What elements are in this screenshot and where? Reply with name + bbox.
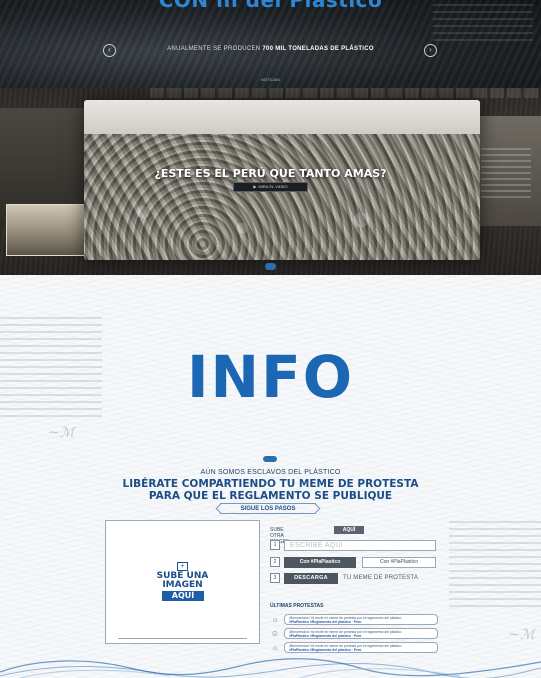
step2-number: 2 [270, 557, 280, 567]
protest-item[interactable]: ☺ ¡Bienvenidos! Ya envié mi meme de prot… [270, 628, 438, 640]
info-section: ~ℳ ~ℳ INFO AÚN SOMOS ESCLAVOS DEL PLÁSTI… [0, 275, 541, 678]
info-subtitle-line2: PARA QUE EL REGLAMENTO SE PUBLIQUE [148, 490, 393, 502]
hashtag-option-1[interactable]: Con #PlaPlastico [284, 557, 356, 568]
stat-carousel: ‹ ANUALMENTE SE PRODUCEN 700 MIL TONELAD… [0, 44, 541, 58]
meme-text-input[interactable]: ESCRIBE AQUÍ [284, 540, 436, 551]
protest-item[interactable]: ☼ ¡Bienvenidos! Ya envié mi meme de prot… [270, 614, 438, 626]
video-question: ¿ESTE ES EL PERÚ QUE TANTO AMAS? [154, 167, 387, 180]
hero-side-text [433, 4, 533, 44]
video-hero: ¿ESTE ES EL PERÚ QUE TANTO AMAS? ▶ MIRA E… [0, 88, 541, 275]
stat-prefix: ANUALMENTE SE PRODUCEN [167, 46, 263, 52]
info-title: INFO [186, 343, 355, 411]
news-label: NOTICIAS [261, 77, 280, 82]
landfill-image [84, 100, 480, 260]
right-note [449, 521, 541, 611]
play-video-button[interactable]: ▶ MIRA EL VIDEO [233, 182, 308, 192]
protest-tag: #PlaPlastico #Reglamento del plástico · … [289, 634, 362, 638]
hero-banner: CON in del Plástico ‹ ANUALMENTE SE PROD… [0, 0, 541, 88]
wave-decoration [0, 658, 541, 678]
play-label: MIRA EL VIDEO [258, 184, 288, 189]
right-signature: ~ℳ [508, 627, 535, 643]
protest-tag: #PlaPlastico #Reglamento del plástico · … [289, 620, 362, 624]
info-subtitle-line1: LIBÉRATE COMPARTIENDO TU MEME DE PROTEST… [122, 478, 419, 490]
download-button[interactable]: DESCARGA [284, 573, 338, 584]
scroll-down-dot[interactable] [265, 263, 276, 270]
latest-protests-title: ÚLTIMAS PROTESTAS [270, 603, 324, 609]
stat-bold: 700 MIL TONELADAS DE PLÁSTICO [262, 46, 374, 52]
protest-tag: #PlaPlastico #Reglamento del plástico · … [289, 648, 362, 652]
info-subtitle-small: AÚN SOMOS ESCLAVOS DEL PLÁSTICO [200, 469, 341, 476]
left-signature: ~ℳ [48, 425, 75, 441]
plus-icon: + [177, 562, 188, 571]
steps-label: SIGUE LOS PASOS [220, 503, 316, 514]
protest-card: ¡Bienvenidos! Ya envié mi meme de protes… [284, 628, 438, 639]
chevron-right-icon[interactable]: › [424, 44, 437, 57]
hashtag-option-2[interactable]: Con #PlaPlastico [362, 557, 436, 568]
upload-text: SUBE UNA IMAGEN [106, 572, 259, 590]
step3-number: 3 [270, 573, 280, 583]
globe-icon: ☼ [271, 643, 279, 652]
change-image-button[interactable]: AQUÍ [334, 526, 364, 534]
globe-icon: ☼ [271, 615, 279, 624]
upload-image-box[interactable]: + SUBE UNA IMAGEN AQUÍ [105, 520, 260, 644]
info-subtitle: LIBÉRATE COMPARTIENDO TU MEME DE PROTEST… [0, 478, 541, 502]
upload-line2: IMAGEN [162, 580, 203, 590]
building-photo [6, 204, 92, 256]
news-ticker [150, 88, 541, 98]
upload-button[interactable]: AQUÍ [162, 591, 204, 601]
protest-item[interactable]: ☼ ¡Bienvenidos! Ya envié mi meme de prot… [270, 642, 438, 654]
upload-slider [118, 638, 247, 639]
download-caption: TU MEME DE PROTESTA [343, 575, 419, 581]
protest-card: ¡Bienvenidos! Ya envié mi meme de protes… [284, 614, 438, 625]
group-icon: ☺ [270, 629, 280, 638]
protest-card: ¡Bienvenidos! Ya envié mi meme de protes… [284, 642, 438, 653]
play-icon: ▶ [253, 184, 257, 189]
stat-text: ANUALMENTE SE PRODUCEN 700 MIL TONELADAS… [0, 46, 541, 52]
info-dot [263, 456, 277, 462]
step1-number: 1 [270, 540, 280, 550]
